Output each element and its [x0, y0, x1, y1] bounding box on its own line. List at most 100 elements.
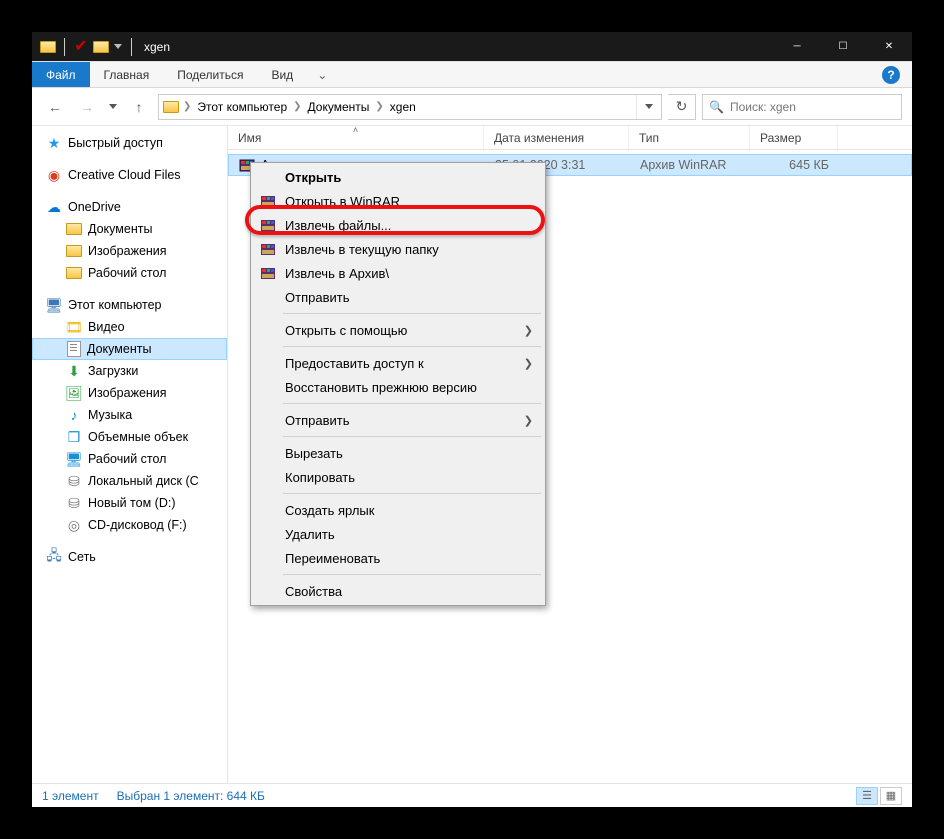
view-details-button[interactable]: ☰: [856, 787, 878, 805]
folder-icon: [163, 99, 179, 115]
sidebar-item-3d[interactable]: ❒Объемные объек: [32, 426, 227, 448]
sidebar-label: Рабочий стол: [88, 266, 166, 280]
sidebar-item-localdisk[interactable]: ⛁Локальный диск (C: [32, 470, 227, 492]
explorer-window: ✔ xgen ─ ☐ ✕ Файл Главная Поделиться Вид…: [32, 32, 912, 807]
ribbon-expand-icon[interactable]: ⌄: [307, 62, 337, 87]
tab-home[interactable]: Главная: [90, 62, 164, 87]
refresh-button[interactable]: ↻: [668, 94, 696, 120]
status-bar: 1 элемент Выбран 1 элемент: 644 КБ ☰ ▦: [32, 783, 912, 807]
sidebar-item-onedrive[interactable]: ☁OneDrive: [32, 196, 227, 218]
maximize-button[interactable]: ☐: [820, 32, 866, 61]
sidebar-item-cd[interactable]: ◎CD-дисковод (F:): [32, 514, 227, 536]
tab-share[interactable]: Поделиться: [163, 62, 257, 87]
rar-icon: [259, 264, 277, 282]
nav-tree[interactable]: ★Быстрый доступ ◉Creative Cloud Files ☁O…: [32, 126, 228, 783]
sidebar-item-network[interactable]: 🖧Сеть: [32, 546, 227, 568]
file-list[interactable]: Архив 25.01.2020 3:31 Архив WinRAR 645 К…: [228, 150, 912, 783]
sidebar-label: CD-дисковод (F:): [88, 518, 187, 532]
pictures-icon: 🖼: [66, 385, 82, 401]
ctx-separator: [283, 403, 541, 404]
sidebar-label: Объемные объек: [88, 430, 188, 444]
col-size[interactable]: Размер: [750, 126, 838, 149]
search-input[interactable]: 🔍 Поиск: xgen: [702, 94, 902, 120]
sidebar-label: Этот компьютер: [68, 298, 161, 312]
ctx-open-with[interactable]: Открыть с помощью❯: [253, 318, 543, 342]
sidebar-item-pictures[interactable]: 🖼Изображения: [32, 382, 227, 404]
sidebar-item-downloads[interactable]: ⬇Загрузки: [32, 360, 227, 382]
location-bar[interactable]: ❯ Этот компьютер ❯ Документы ❯ xgen: [158, 94, 662, 120]
col-name[interactable]: Имя˄: [228, 126, 484, 149]
close-button[interactable]: ✕: [866, 32, 912, 61]
ctx-extract-to[interactable]: Извлечь в Архив\: [253, 261, 543, 285]
sidebar-label: Изображения: [88, 244, 167, 258]
sidebar-item-quick[interactable]: ★Быстрый доступ: [32, 132, 227, 154]
ctx-label: Отправить: [285, 413, 349, 428]
breadcrumb-pc[interactable]: Этот компьютер: [193, 100, 291, 114]
sidebar-label: Документы: [88, 222, 152, 236]
context-menu[interactable]: Открыть Открыть в WinRAR Извлечь файлы..…: [250, 162, 546, 606]
sidebar-item-documents[interactable]: Документы: [32, 338, 227, 360]
ctx-send-to[interactable]: Отправить❯: [253, 408, 543, 432]
ctx-extract-here[interactable]: Извлечь в текущую папку: [253, 237, 543, 261]
tab-view[interactable]: Вид: [257, 62, 307, 87]
column-headers[interactable]: Имя˄ Дата изменения Тип Размер: [228, 126, 912, 150]
ctx-open[interactable]: Открыть: [253, 165, 543, 189]
ctx-send[interactable]: Отправить: [253, 285, 543, 309]
ctx-label: Предоставить доступ к: [285, 356, 424, 371]
music-icon: ♪: [66, 407, 82, 423]
qat-dropdown-icon[interactable]: [113, 39, 123, 55]
recent-dropdown[interactable]: [106, 94, 120, 120]
desktop-icon: 🖥: [66, 451, 82, 467]
col-label: Имя: [238, 131, 261, 145]
sidebar-item-newvol[interactable]: ⛁Новый том (D:): [32, 492, 227, 514]
ctx-open-winrar[interactable]: Открыть в WinRAR: [253, 189, 543, 213]
rar-icon: [259, 192, 277, 210]
ctx-rename[interactable]: Переименовать: [253, 546, 543, 570]
breadcrumb-docs[interactable]: Документы: [304, 100, 374, 114]
tab-file[interactable]: Файл: [32, 62, 90, 87]
titlebar[interactable]: ✔ xgen ─ ☐ ✕: [32, 32, 912, 62]
ctx-restore[interactable]: Восстановить прежнюю версию: [253, 375, 543, 399]
ctx-copy[interactable]: Копировать: [253, 465, 543, 489]
ctx-delete[interactable]: Удалить: [253, 522, 543, 546]
chevron-right-icon[interactable]: ❯: [181, 101, 193, 112]
forward-button[interactable]: →: [74, 94, 100, 120]
newfolder-qat-icon[interactable]: [93, 39, 109, 55]
view-icons-button[interactable]: ▦: [880, 787, 902, 805]
ctx-separator: [283, 574, 541, 575]
col-date[interactable]: Дата изменения: [484, 126, 629, 149]
cell-type: Архив WinRAR: [630, 158, 751, 172]
window-controls: ─ ☐ ✕: [774, 32, 912, 61]
properties-qat-icon[interactable]: ✔: [73, 39, 89, 55]
ctx-cut[interactable]: Вырезать: [253, 441, 543, 465]
minimize-button[interactable]: ─: [774, 32, 820, 61]
qat-separator-2: [131, 38, 132, 56]
breadcrumb-folder[interactable]: xgen: [386, 100, 420, 114]
sidebar-item-ccf[interactable]: ◉Creative Cloud Files: [32, 164, 227, 186]
help-button[interactable]: ?: [870, 62, 912, 87]
sidebar-label: Загрузки: [88, 364, 138, 378]
ctx-label: Извлечь файлы...: [285, 218, 391, 233]
sidebar-item-od-desktop[interactable]: Рабочий стол: [32, 262, 227, 284]
ctx-properties[interactable]: Свойства: [253, 579, 543, 603]
back-button[interactable]: ←: [42, 94, 68, 120]
status-count: 1 элемент: [42, 789, 99, 803]
ctx-extract-files[interactable]: Извлечь файлы...: [253, 213, 543, 237]
ctx-label: Извлечь в текущую папку: [285, 242, 439, 257]
ctx-give-access[interactable]: Предоставить доступ к❯: [253, 351, 543, 375]
col-type[interactable]: Тип: [629, 126, 750, 149]
documents-icon: [67, 341, 81, 357]
location-dropdown-icon[interactable]: [636, 95, 661, 119]
chevron-right-icon[interactable]: ❯: [373, 101, 385, 112]
sidebar-item-desktop[interactable]: 🖥Рабочий стол: [32, 448, 227, 470]
sidebar-item-video[interactable]: 🎞Видео: [32, 316, 227, 338]
sidebar-item-music[interactable]: ♪Музыка: [32, 404, 227, 426]
sidebar-item-od-docs[interactable]: Документы: [32, 218, 227, 240]
sidebar-label: Новый том (D:): [88, 496, 176, 510]
sidebar-item-od-images[interactable]: Изображения: [32, 240, 227, 262]
chevron-right-icon[interactable]: ❯: [291, 101, 303, 112]
up-button[interactable]: ↑: [126, 94, 152, 120]
sidebar-item-pc[interactable]: 🖥Этот компьютер: [32, 294, 227, 316]
ctx-shortcut[interactable]: Создать ярлык: [253, 498, 543, 522]
sidebar-label: Локальный диск (C: [88, 474, 199, 488]
